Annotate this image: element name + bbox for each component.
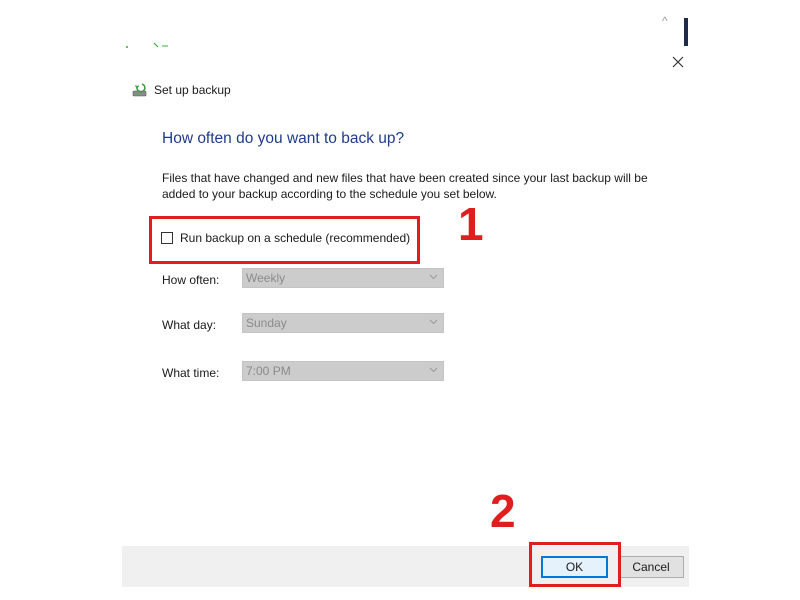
close-icon	[672, 56, 684, 68]
window-title: Set up backup	[154, 83, 231, 97]
chevron-down-icon	[429, 367, 438, 373]
how-often-select[interactable]: Weekly	[242, 268, 444, 288]
step-number-2: 2	[490, 485, 516, 537]
what-day-label: What day:	[162, 318, 217, 332]
decorative-dots-icon	[126, 42, 168, 48]
backup-dialog	[122, 16, 689, 587]
how-often-value: Weekly	[246, 271, 286, 285]
close-button[interactable]	[668, 52, 688, 72]
highlight-box-checkbox	[149, 216, 420, 264]
what-time-select[interactable]: 7:00 PM	[242, 361, 444, 381]
what-day-value: Sunday	[246, 316, 287, 330]
page-description: Files that have changed and new files th…	[162, 171, 648, 201]
what-time-label: What time:	[162, 366, 220, 380]
highlight-box-ok	[529, 542, 621, 587]
what-day-select[interactable]: Sunday	[242, 313, 444, 333]
step-number-1: 1	[458, 198, 484, 250]
window-title-bar: Set up backup	[132, 82, 231, 98]
what-time-value: 7:00 PM	[246, 364, 291, 378]
cancel-button[interactable]: Cancel	[618, 556, 684, 578]
scroll-caret-icon: ^	[662, 14, 668, 28]
chevron-down-icon	[429, 319, 438, 325]
window-edge-mark	[684, 18, 688, 46]
backup-disk-icon	[132, 83, 147, 97]
page-heading: How often do you want to back up?	[162, 130, 405, 147]
how-often-label: How often:	[162, 273, 220, 287]
chevron-down-icon	[429, 274, 438, 280]
